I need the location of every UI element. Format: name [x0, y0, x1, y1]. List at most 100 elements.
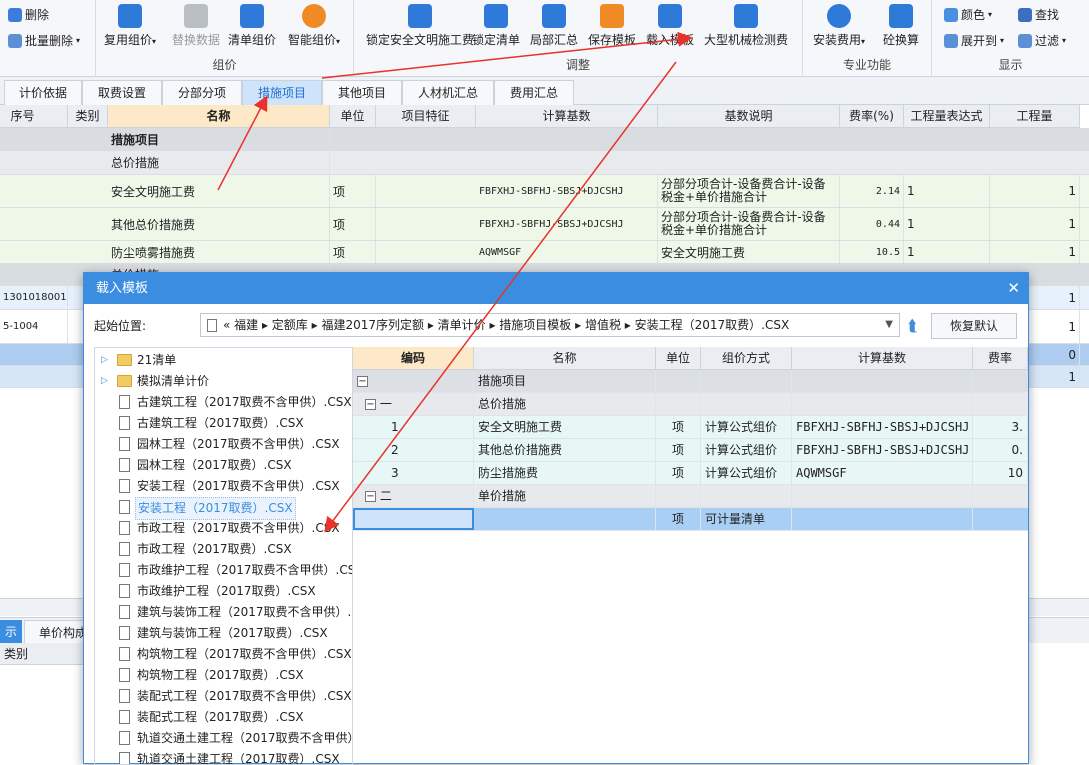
- tab-pricing-basis[interactable]: 计价依据: [4, 80, 82, 105]
- load-template-button[interactable]: 载入模板: [646, 4, 694, 48]
- tree-file-item[interactable]: 装配式工程（2017取费不含甲供）.CSX: [95, 686, 352, 707]
- template-row[interactable]: 1 安全文明施工费 项 计算公式组价 FBFXHJ-SBFHJ-SBSJ+DJC…: [353, 416, 1028, 439]
- col-header-base[interactable]: 计算基数: [476, 105, 658, 128]
- tree-item-label: 构筑物工程（2017取费不含甲供）.CSX: [137, 647, 352, 661]
- tree-file-item[interactable]: 轨道交通土建工程（2017取费）.CSX: [95, 749, 352, 764]
- filter-button[interactable]: 过滤 ▾: [1018, 32, 1066, 49]
- close-icon[interactable]: ✕: [1007, 273, 1020, 304]
- tree-file-item-selected[interactable]: 安装工程（2017取费）.CSX: [95, 497, 352, 520]
- col-header-code[interactable]: 编码: [353, 347, 474, 370]
- list-pricing-button[interactable]: 清单组价: [228, 4, 276, 48]
- tab-measures[interactable]: 措施项目: [242, 80, 322, 105]
- expand-arrow-icon[interactable]: ▷: [101, 371, 108, 392]
- tree-file-item[interactable]: 市政工程（2017取费不含甲供）.CSX: [95, 518, 352, 539]
- partial-summary-button[interactable]: 局部汇总: [530, 4, 578, 48]
- col-header-feature[interactable]: 项目特征: [376, 105, 476, 128]
- table-row[interactable]: 总价措施: [0, 151, 1089, 175]
- code-edit-cell[interactable]: [353, 508, 474, 530]
- tab-other-items[interactable]: 其他项目: [322, 80, 402, 105]
- delete-button[interactable]: 删除: [8, 6, 49, 23]
- col-header-name[interactable]: 名称: [108, 105, 330, 128]
- table-row[interactable]: 安全文明施工费 项 FBFXHJ-SBFHJ-SBSJ+DJCSHJ 分部分项合…: [0, 175, 1089, 208]
- col-header-name[interactable]: 名称: [474, 347, 656, 370]
- chevron-down-icon[interactable]: ▼: [885, 314, 893, 336]
- template-row[interactable]: − 措施项目: [353, 370, 1028, 393]
- row-method: 计算公式组价: [701, 416, 792, 438]
- tree-file-item[interactable]: 安装工程（2017取费不含甲供）.CSX: [95, 476, 352, 497]
- tab-sub-items[interactable]: 分部分项: [162, 80, 242, 105]
- row-base: [792, 393, 973, 415]
- tree-file-item[interactable]: 市政维护工程（2017取费）.CSX: [95, 581, 352, 602]
- col-header-seq[interactable]: 序号: [0, 105, 68, 128]
- col-header-expr[interactable]: 工程量表达式: [904, 105, 990, 128]
- tree-folder-item[interactable]: ▷ 模拟清单计价: [95, 371, 352, 392]
- collapse-icon[interactable]: −: [365, 491, 376, 502]
- tree-file-item[interactable]: 构筑物工程（2017取费）.CSX: [95, 665, 352, 686]
- color-button[interactable]: 颜色 ▾: [944, 6, 992, 23]
- expand-arrow-icon[interactable]: ▷: [101, 350, 108, 371]
- replace-data-button[interactable]: 替换数据: [172, 4, 220, 48]
- install-fee-button[interactable]: 安装费用▾: [813, 4, 865, 48]
- tree-file-item[interactable]: 轨道交通土建工程（2017取费不含甲供）: [95, 728, 352, 749]
- row-name: 防尘喷雾措施费: [108, 241, 330, 263]
- lock-fee-icon: [408, 4, 432, 28]
- col-header-base[interactable]: 计算基数: [792, 347, 973, 370]
- col-header-unit[interactable]: 单位: [330, 105, 376, 128]
- row-name: 总价措施: [474, 393, 656, 415]
- col-header-base-desc[interactable]: 基数说明: [658, 105, 840, 128]
- tab-labor-material-summary[interactable]: 人材机汇总: [402, 80, 494, 105]
- path-input[interactable]: « 福建 ▸ 定额库 ▸ 福建2017序列定额 ▸ 清单计价 ▸ 措施项目模板 …: [200, 313, 900, 337]
- col-header-method[interactable]: 组价方式: [701, 347, 792, 370]
- collapse-icon[interactable]: −: [365, 399, 376, 410]
- tree-file-item[interactable]: 建筑与装饰工程（2017取费不含甲供）.CSX: [95, 602, 352, 623]
- concrete-convert-button[interactable]: 砼换算: [883, 4, 919, 48]
- col-header-rate[interactable]: 费率: [973, 347, 1028, 370]
- tree-file-item[interactable]: 园林工程（2017取费）.CSX: [95, 455, 352, 476]
- col-header-type[interactable]: 类别: [68, 105, 108, 128]
- dialog-title: 载入模板: [84, 273, 1028, 304]
- tree-file-item[interactable]: 建筑与装饰工程（2017取费）.CSX: [95, 623, 352, 644]
- template-row[interactable]: − 一 总价措施: [353, 393, 1028, 416]
- tab-cost-summary[interactable]: 费用汇总: [494, 80, 574, 105]
- ribbon-toolbar: 删除 批量删除 ▾ 复用组价▾ 替换数据 清单组价 智能组价▾ 组价 锁定安全文明: [0, 0, 1089, 77]
- up-folder-icon[interactable]: ⮬: [908, 316, 918, 336]
- tree-file-item[interactable]: 装配式工程（2017取费）.CSX: [95, 707, 352, 728]
- color-icon: [944, 7, 958, 22]
- row-base: AQWMSGF: [792, 462, 973, 484]
- tree-file-item[interactable]: 古建筑工程（2017取费不含甲供）.CSX: [95, 392, 352, 413]
- template-row[interactable]: − 二 单价措施: [353, 485, 1028, 508]
- large-machine-fee-label: 大型机械检测费: [704, 33, 789, 47]
- expand-to-button[interactable]: 展开到 ▾: [944, 32, 1004, 49]
- lock-safety-fee-button[interactable]: 锁定安全文明施工费: [366, 4, 474, 48]
- tree-folder-item[interactable]: ▷ 21清单: [95, 350, 352, 371]
- file-icon: [119, 563, 130, 577]
- bottom-tab-display[interactable]: 示: [0, 620, 22, 644]
- row-seq: 5-1004: [0, 310, 68, 343]
- batch-delete-button[interactable]: 批量删除 ▾: [8, 32, 80, 49]
- table-row[interactable]: 防尘喷雾措施费 项 AQWMSGF 安全文明施工费 10.5 1 1: [0, 241, 1089, 264]
- collapse-icon[interactable]: −: [357, 376, 368, 387]
- tree-file-item[interactable]: 市政工程（2017取费）.CSX: [95, 539, 352, 560]
- tree-file-item[interactable]: 古建筑工程（2017取费）.CSX: [95, 413, 352, 434]
- row-name: 措施项目: [474, 370, 656, 392]
- tree-file-item[interactable]: 园林工程（2017取费不含甲供）.CSX: [95, 434, 352, 455]
- col-header-rate[interactable]: 费率(%): [840, 105, 904, 128]
- smart-pricing-button[interactable]: 智能组价▾: [288, 4, 340, 48]
- lock-list-button[interactable]: 锁定清单: [472, 4, 520, 48]
- tree-file-item[interactable]: 构筑物工程（2017取费不含甲供）.CSX: [95, 644, 352, 665]
- col-header-qty[interactable]: 工程量: [990, 105, 1080, 128]
- template-row-selected[interactable]: 项 可计量清单: [353, 508, 1028, 531]
- template-row[interactable]: 2 其他总价措施费 项 计算公式组价 FBFXHJ-SBFHJ-SBSJ+DJC…: [353, 439, 1028, 462]
- template-row[interactable]: 3 防尘措施费 项 计算公式组价 AQWMSGF 10: [353, 462, 1028, 485]
- find-button[interactable]: 查找: [1018, 6, 1059, 23]
- table-row[interactable]: 措施项目: [0, 128, 1089, 151]
- reset-default-button[interactable]: 恢复默认: [931, 313, 1017, 339]
- large-machine-fee-button[interactable]: 大型机械检测费: [704, 4, 788, 48]
- row-name: 其他总价措施费: [474, 439, 656, 461]
- col-header-unit[interactable]: 单位: [656, 347, 701, 370]
- reuse-pricing-button[interactable]: 复用组价▾: [104, 4, 156, 48]
- tab-fee-settings[interactable]: 取费设置: [82, 80, 162, 105]
- save-template-button[interactable]: 保存模板: [588, 4, 636, 48]
- tree-file-item[interactable]: 市政维护工程（2017取费不含甲供）.CSX: [95, 560, 352, 581]
- table-row[interactable]: 其他总价措施费 项 FBFXHJ-SBFHJ-SBSJ+DJCSHJ 分部分项合…: [0, 208, 1089, 241]
